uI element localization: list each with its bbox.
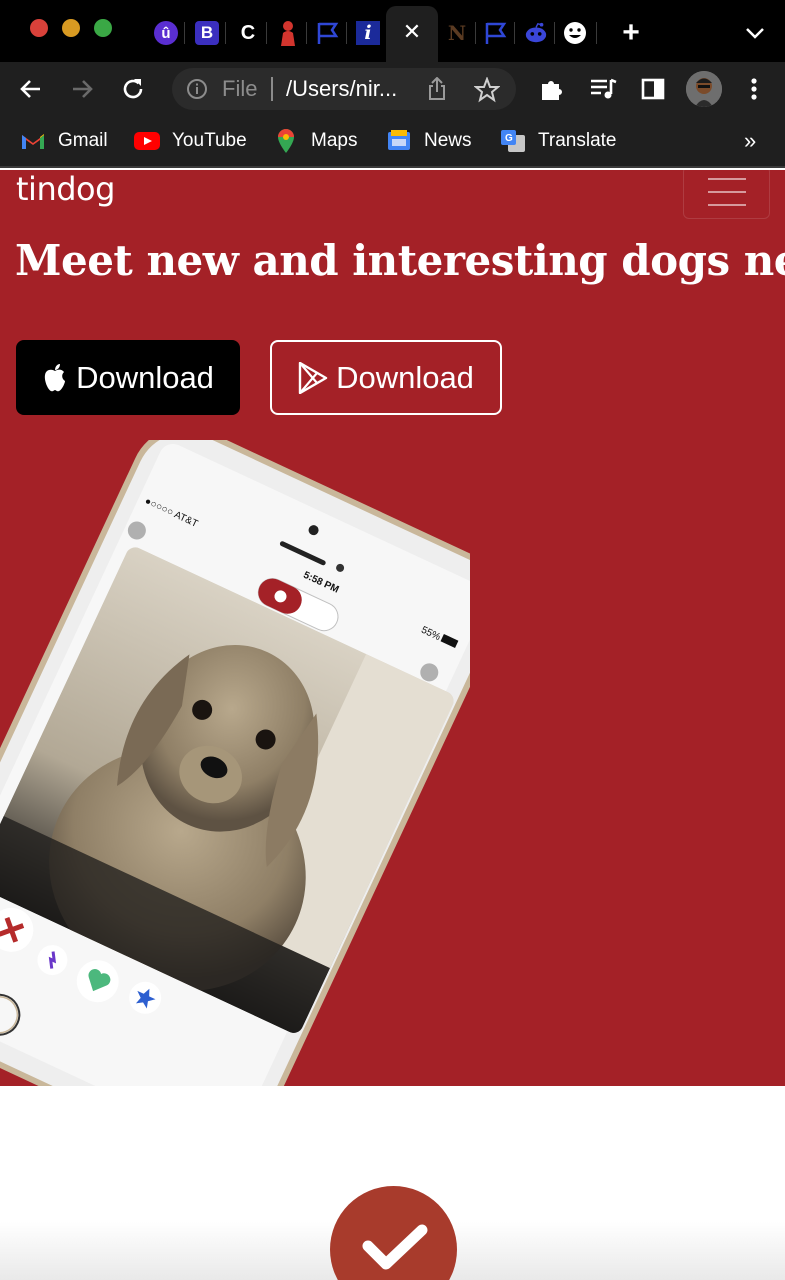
url-text[interactable]: /Users/nir... [286, 77, 397, 101]
tab-c[interactable]: C [236, 21, 260, 45]
translate-icon: G [500, 130, 526, 152]
navbar-toggler-button[interactable] [683, 170, 770, 219]
bookmark-label: News [424, 130, 472, 151]
gmail-icon [20, 130, 46, 152]
maps-icon [273, 129, 299, 153]
iphone-image: ●○○○○ AT&T 5:58 PM 55% [0, 426, 504, 1086]
forward-button[interactable] [65, 72, 99, 106]
profile-avatar[interactable] [686, 71, 722, 107]
arrow-right-icon [73, 80, 93, 98]
bookmark-news[interactable]: News [386, 128, 472, 154]
extensions-button[interactable] [535, 72, 569, 106]
checkmark-icon [362, 1224, 428, 1270]
tab-flag-1[interactable] [316, 21, 340, 45]
tab-info[interactable]: i [356, 21, 380, 45]
share-icon[interactable] [425, 77, 449, 101]
browser-toolbar: File /Users/nir... [0, 62, 785, 116]
svg-text:G: G [505, 133, 513, 144]
arrow-left-icon [20, 80, 40, 98]
bookmark-maps[interactable]: Maps [273, 128, 357, 154]
bookmarks-bar: Gmail YouTube Maps News G Translate » [0, 116, 785, 168]
puzzle-icon [542, 81, 562, 100]
bookmark-translate[interactable]: G Translate [500, 128, 617, 154]
google-play-download-button[interactable]: Download [270, 340, 502, 415]
reload-icon [123, 79, 143, 99]
phone-mockup: ●○○○○ AT&T 5:58 PM 55% [0, 426, 504, 1086]
new-tab-button[interactable]: + [617, 18, 645, 48]
youtube-icon [134, 130, 160, 152]
check-circle-icon [330, 1186, 457, 1280]
reddit-icon [525, 22, 547, 43]
chevron-down-icon[interactable] [742, 20, 768, 46]
red-figure-icon [281, 21, 295, 46]
reload-button[interactable] [116, 72, 150, 106]
c-icon: C [240, 21, 256, 44]
hero-headline: Meet new and interesting dogs nearby. [15, 236, 785, 285]
url-divider [271, 77, 273, 101]
tab-flag-2[interactable] [484, 21, 508, 45]
info-i-icon: i [356, 21, 380, 45]
minimize-window-button[interactable] [62, 19, 80, 37]
tab-smiley[interactable] [563, 21, 587, 45]
media-control-button[interactable] [586, 72, 620, 106]
apple-icon [44, 363, 66, 391]
bookmark-label: Gmail [58, 130, 108, 151]
bookmark-label: Translate [538, 130, 617, 151]
flag-icon [317, 22, 339, 44]
kebab-menu-icon [751, 78, 757, 100]
tab-bar: û B C i ✕ N + [0, 0, 785, 62]
notion-icon: N [447, 21, 467, 45]
tab-reddit[interactable] [524, 21, 548, 45]
bookmarks-overflow-button[interactable]: » [744, 128, 756, 154]
address-bar[interactable]: File /Users/nir... [172, 68, 516, 110]
tab-red-figure[interactable] [276, 21, 300, 46]
smiley-icon [564, 22, 586, 44]
url-scheme: File [222, 76, 258, 101]
brand-logo[interactable]: tindog [16, 170, 115, 208]
flag-icon [485, 22, 507, 44]
news-icon [386, 130, 412, 152]
bookmark-label: YouTube [172, 130, 247, 151]
shield-u-icon: û [154, 21, 178, 45]
hamburger-line [708, 204, 746, 206]
bookmark-gmail[interactable]: Gmail [20, 128, 108, 154]
tab-shield-u[interactable]: û [154, 21, 178, 45]
google-play-icon [298, 361, 328, 394]
apple-download-button[interactable]: Download [16, 340, 240, 415]
apple-download-label: Download [76, 359, 214, 395]
google-play-download-label: Download [336, 359, 474, 395]
hamburger-line [708, 191, 746, 193]
bookmark-youtube[interactable]: YouTube [134, 128, 247, 154]
features-section [0, 1086, 785, 1280]
hero-section: tindog Meet new and interesting dogs nea… [0, 170, 785, 1086]
bootstrap-icon: B [195, 21, 219, 45]
close-window-button[interactable] [30, 19, 48, 37]
menu-button[interactable] [737, 72, 771, 106]
bookmark-label: Maps [311, 130, 358, 151]
memoji-avatar-icon [686, 71, 722, 107]
tab-notion[interactable]: N [445, 21, 469, 45]
side-panel-icon [641, 78, 665, 100]
info-icon[interactable] [186, 78, 208, 100]
playlist-music-icon [591, 78, 617, 99]
hamburger-line [708, 178, 746, 180]
zoom-window-button[interactable] [94, 19, 112, 37]
side-panel-button[interactable] [636, 72, 670, 106]
star-icon[interactable] [474, 77, 500, 103]
tab-bootstrap[interactable]: B [195, 21, 219, 45]
close-icon[interactable]: ✕ [400, 18, 424, 46]
back-button[interactable] [14, 72, 48, 106]
